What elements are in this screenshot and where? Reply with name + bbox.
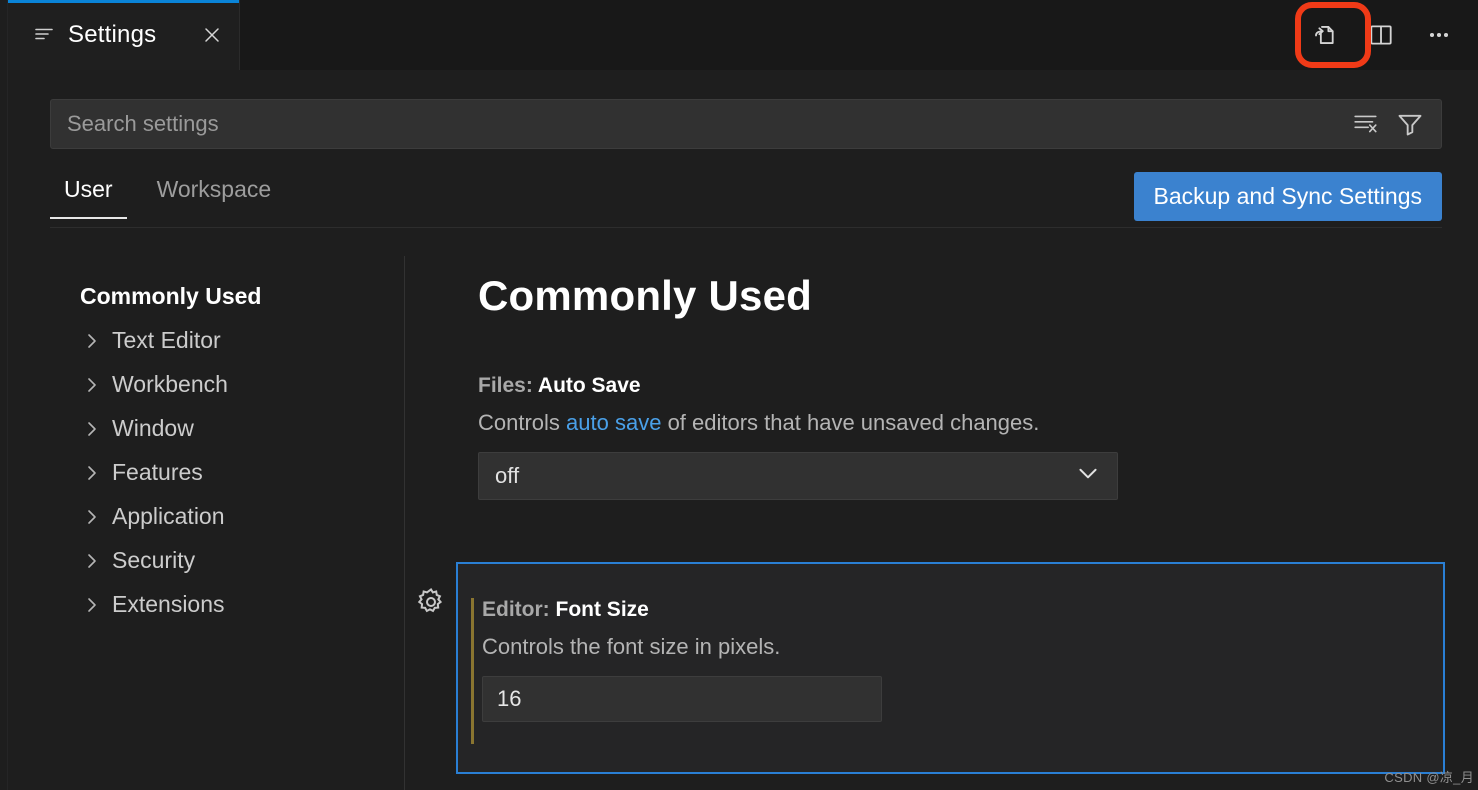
sidebar-item-workbench[interactable]: Workbench bbox=[8, 362, 404, 406]
sidebar-item-label: Application bbox=[112, 502, 225, 529]
sidebar-item-label: Extensions bbox=[112, 590, 225, 617]
sidebar-item-application[interactable]: Application bbox=[8, 494, 404, 538]
sidebar-item-text-editor[interactable]: Text Editor bbox=[8, 318, 404, 362]
chevron-right-icon bbox=[82, 506, 102, 526]
sidebar-item-extensions[interactable]: Extensions bbox=[8, 582, 404, 626]
auto-save-link[interactable]: auto save bbox=[566, 410, 661, 435]
chevron-right-icon bbox=[82, 330, 102, 350]
page-title: Commonly Used bbox=[478, 272, 812, 319]
auto-save-dropdown[interactable]: off bbox=[478, 452, 1118, 500]
open-settings-json-button[interactable] bbox=[1298, 13, 1348, 57]
sidebar-item-window[interactable]: Window bbox=[8, 406, 404, 450]
setting-item-files-auto-save: Files: Auto Save Controls auto save of e… bbox=[405, 374, 1478, 500]
sidebar-item-security[interactable]: Security bbox=[8, 538, 404, 582]
chevron-right-icon bbox=[82, 418, 102, 438]
filter-funnel-icon[interactable] bbox=[1393, 107, 1427, 141]
settings-list: Commonly Used Files: Auto Save Controls … bbox=[405, 256, 1478, 790]
editor-actions-toolbar bbox=[1298, 0, 1464, 70]
modified-indicator bbox=[471, 598, 474, 744]
setting-description: Controls the font size in pixels. bbox=[482, 634, 781, 659]
search-input[interactable] bbox=[51, 111, 1349, 137]
sidebar-item-commonly-used[interactable]: Commonly Used bbox=[8, 274, 404, 318]
settings-body: Commonly Used Text Editor Workbench Wind… bbox=[8, 256, 1478, 790]
scope-underline bbox=[50, 227, 1442, 228]
setting-item-editor-font-size[interactable]: Editor: Font Size Controls the font size… bbox=[456, 562, 1445, 774]
tab-bar-empty-area bbox=[240, 0, 1478, 70]
settings-table-of-contents: Commonly Used Text Editor Workbench Wind… bbox=[8, 256, 405, 790]
chevron-down-icon bbox=[1075, 460, 1101, 492]
chevron-right-icon bbox=[82, 594, 102, 614]
chevron-right-icon bbox=[82, 374, 102, 394]
clear-search-icon[interactable] bbox=[1349, 107, 1383, 141]
sidebar-item-label: Text Editor bbox=[112, 326, 221, 353]
sidebar-item-label: Security bbox=[112, 546, 196, 573]
tab-user-label: User bbox=[64, 176, 113, 202]
setting-category: Files: bbox=[478, 374, 538, 397]
backup-and-sync-settings-button[interactable]: Backup and Sync Settings bbox=[1133, 172, 1442, 221]
setting-description: Controls auto save of editors that have … bbox=[478, 410, 1478, 436]
setting-title: Editor: Font Size bbox=[482, 598, 1443, 622]
setting-name: Auto Save bbox=[537, 374, 641, 397]
font-size-input[interactable] bbox=[482, 676, 882, 722]
tab-user[interactable]: User bbox=[50, 172, 127, 219]
settings-search-bar[interactable] bbox=[50, 99, 1442, 149]
sidebar-item-label: Commonly Used bbox=[80, 282, 262, 309]
close-icon[interactable] bbox=[199, 22, 225, 48]
settings-scope-row: User Workspace Backup and Sync Settings bbox=[50, 172, 1442, 232]
search-action-group bbox=[1349, 107, 1441, 141]
settings-list-icon bbox=[34, 25, 54, 45]
split-editor-button[interactable] bbox=[1356, 13, 1406, 57]
tab-settings[interactable]: Settings bbox=[8, 0, 240, 70]
sidebar-item-features[interactable]: Features bbox=[8, 450, 404, 494]
tab-label: Settings bbox=[68, 21, 157, 48]
sidebar-item-label: Window bbox=[112, 414, 194, 441]
setting-name: Font Size bbox=[555, 598, 649, 621]
workbench-left-edge bbox=[0, 0, 8, 790]
sidebar-item-label: Workbench bbox=[112, 370, 228, 397]
editor-tab-bar: Settings bbox=[8, 0, 1478, 70]
tab-workspace-label: Workspace bbox=[156, 176, 272, 202]
chevron-right-icon bbox=[82, 462, 102, 482]
setting-title: Files: Auto Save bbox=[478, 374, 1478, 398]
sidebar-item-label: Features bbox=[112, 458, 203, 485]
auto-save-value: off bbox=[495, 463, 520, 488]
vscode-settings-editor: Settings Search settings User Workspace … bbox=[0, 0, 1478, 790]
setting-category: Editor: bbox=[482, 598, 556, 621]
watermark: CSDN @凉_月 bbox=[1384, 770, 1474, 785]
chevron-right-icon bbox=[82, 550, 102, 570]
description-text-after: of editors that have unsaved changes. bbox=[661, 410, 1040, 435]
gear-icon[interactable] bbox=[415, 586, 447, 618]
description-text-before: Controls bbox=[478, 410, 567, 435]
ellipsis-icon[interactable] bbox=[1414, 13, 1464, 57]
tab-workspace[interactable]: Workspace bbox=[143, 172, 286, 219]
